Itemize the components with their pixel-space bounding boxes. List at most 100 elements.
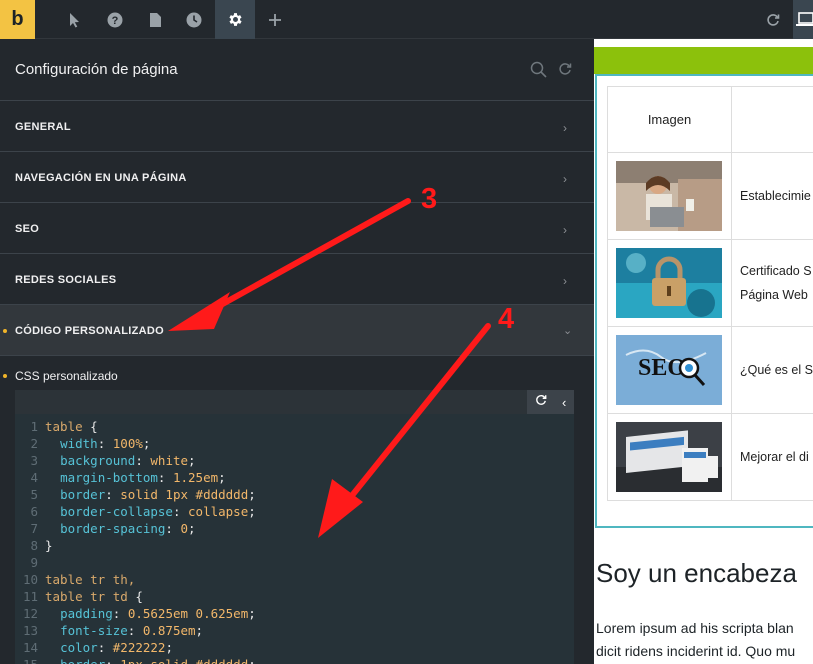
thumb-cell xyxy=(607,152,732,240)
code-line[interactable]: 1 table { xyxy=(15,418,574,435)
code-area[interactable]: 1 table {2 width: 100%; 3 background: whit… xyxy=(15,414,574,664)
line-number: 4 xyxy=(30,470,38,485)
preview-header-bar xyxy=(594,47,813,74)
section-social-networks[interactable]: REDES SOCIALES › xyxy=(0,254,594,305)
line-number: 3 xyxy=(30,453,38,468)
preview-table: Imagen Establecimie Certificado S Página… xyxy=(607,86,813,501)
svg-text:?: ? xyxy=(112,15,119,27)
search-icon[interactable] xyxy=(530,61,547,83)
page-settings-panel: Configuración de página GENERAL › NAVEGA… xyxy=(0,39,594,664)
refresh-icon[interactable] xyxy=(753,0,793,39)
help-icon[interactable]: ? xyxy=(95,0,135,39)
table-row: SEO ¿Qué es el S xyxy=(607,326,813,414)
section-label: REDES SOCIALES xyxy=(15,274,117,286)
table-header-empty xyxy=(731,86,813,153)
woman-laptop-thumbnail xyxy=(616,161,722,231)
top-toolbar: b ? xyxy=(0,0,813,39)
thumb-cell xyxy=(607,413,732,501)
plus-icon[interactable] xyxy=(255,0,295,39)
line-number: 11 xyxy=(22,589,38,604)
thumb-cell: SEO xyxy=(607,326,732,414)
chevron-right-icon: › xyxy=(563,172,567,186)
code-text: } xyxy=(45,538,53,553)
pages-icon[interactable] xyxy=(135,0,175,39)
code-line[interactable]: 12 padding: 0.5625em 0.625em; xyxy=(15,605,574,622)
preview-paragraph: Lorem ipsum ad his scripta blan dicit ri… xyxy=(596,617,795,663)
css-subsection[interactable]: CSS personalizado xyxy=(0,356,594,394)
desktop-icon[interactable] xyxy=(793,0,813,39)
settings-icon[interactable] xyxy=(215,0,255,39)
code-line[interactable]: 6 border-collapse: collapse; xyxy=(15,503,574,520)
chevron-right-icon: › xyxy=(563,274,567,288)
code-text: border-collapse: collapse; xyxy=(60,504,256,519)
code-text: border: solid 1px #dddddd; xyxy=(60,487,256,502)
code-line[interactable]: 11 table tr td { xyxy=(15,588,574,605)
code-text: border-spacing: 0; xyxy=(60,521,196,536)
code-line[interactable]: 9 xyxy=(15,554,574,571)
line-number: 13 xyxy=(22,623,38,638)
page-preview: Imagen Establecimie Certificado S Página… xyxy=(594,39,813,664)
code-text: color: #222222; xyxy=(60,640,173,655)
code-text: font-size: 0.875em; xyxy=(60,623,204,638)
section-custom-code[interactable]: CÓDIGO PERSONALIZADO ⌄ xyxy=(0,305,594,356)
table-row: Certificado S Página Web xyxy=(607,239,813,327)
section-one-page-navigation[interactable]: NAVEGACIÓN EN UNA PÁGINA › xyxy=(0,152,594,203)
line-number: 2 xyxy=(30,436,38,451)
row-text-line2: Página Web xyxy=(740,288,808,302)
css-code-editor[interactable]: ‹ 1 table {2 width: 100%; 3 background: wh… xyxy=(15,390,574,664)
history-icon[interactable] xyxy=(174,0,214,39)
collapse-editor-icon[interactable]: ‹ xyxy=(562,395,566,410)
line-number: 1 xyxy=(30,419,38,434)
row-text-line1: Certificado S xyxy=(740,264,812,278)
table-header-image: Imagen xyxy=(607,86,732,153)
panel-title: Configuración de página xyxy=(15,61,178,78)
code-line[interactable]: 8} xyxy=(15,537,574,554)
cursor-icon[interactable] xyxy=(54,0,94,39)
active-dot-icon xyxy=(3,329,7,333)
line-number: 15 xyxy=(15,656,45,664)
active-dot-icon xyxy=(3,374,7,378)
chevron-down-icon: ⌄ xyxy=(563,325,573,337)
code-text: padding: 0.5625em 0.625em; xyxy=(60,606,256,621)
code-line[interactable]: 2 width: 100%; xyxy=(15,435,574,452)
reset-code-icon[interactable] xyxy=(535,393,547,411)
preview-heading: Soy un encabeza xyxy=(596,558,797,588)
table-row: Imagen xyxy=(607,86,813,153)
line-number: 6 xyxy=(30,504,38,519)
code-text: border: 1px solid #dddddd; xyxy=(45,657,256,664)
code-line[interactable]: 15 border: 1px solid #dddddd; xyxy=(15,656,574,664)
code-line[interactable]: 5 border: solid 1px #dddddd; xyxy=(15,486,574,503)
code-line[interactable]: 10 table tr th, xyxy=(15,571,574,588)
row-text: ¿Qué es el S xyxy=(731,326,813,414)
code-line[interactable]: 7 border-spacing: 0; xyxy=(15,520,574,537)
line-number: 5 xyxy=(30,487,38,502)
section-label: GENERAL xyxy=(15,121,71,133)
section-label: SEO xyxy=(15,223,40,235)
section-general[interactable]: GENERAL › xyxy=(0,101,594,152)
code-line[interactable]: 14 color: #222222; xyxy=(15,639,574,656)
code-line[interactable]: 13 font-size: 0.875em; xyxy=(15,622,574,639)
chevron-right-icon: › xyxy=(563,121,567,135)
line-number: 14 xyxy=(22,640,38,655)
code-line[interactable]: 4 margin-bottom: 1.25em; xyxy=(15,469,574,486)
table-row: Mejorar el di xyxy=(607,413,813,501)
line-number: 8 xyxy=(30,538,38,553)
code-text: table tr th, xyxy=(45,572,136,587)
preview-table-frame[interactable]: Imagen Establecimie Certificado S Página… xyxy=(595,74,813,528)
section-seo[interactable]: SEO › xyxy=(0,203,594,254)
code-text: width: 100%; xyxy=(60,436,151,451)
paragraph-line1: Lorem ipsum ad his scripta blan xyxy=(596,620,794,636)
thumb-cell xyxy=(607,239,732,327)
row-text: Establecimie xyxy=(731,152,813,240)
line-number: 12 xyxy=(22,606,38,621)
section-label: NAVEGACIÓN EN UNA PÁGINA xyxy=(15,172,187,184)
reset-icon[interactable] xyxy=(558,62,572,81)
devices-thumbnail xyxy=(616,422,722,492)
panel-header: Configuración de página xyxy=(0,39,594,101)
builder-logo[interactable]: b xyxy=(0,0,35,39)
code-line[interactable]: 3 background: white; xyxy=(15,452,574,469)
padlock-thumbnail xyxy=(616,248,722,318)
chevron-right-icon: › xyxy=(563,223,567,237)
line-number: 10 xyxy=(22,572,38,587)
row-text: Certificado S Página Web xyxy=(731,239,813,327)
